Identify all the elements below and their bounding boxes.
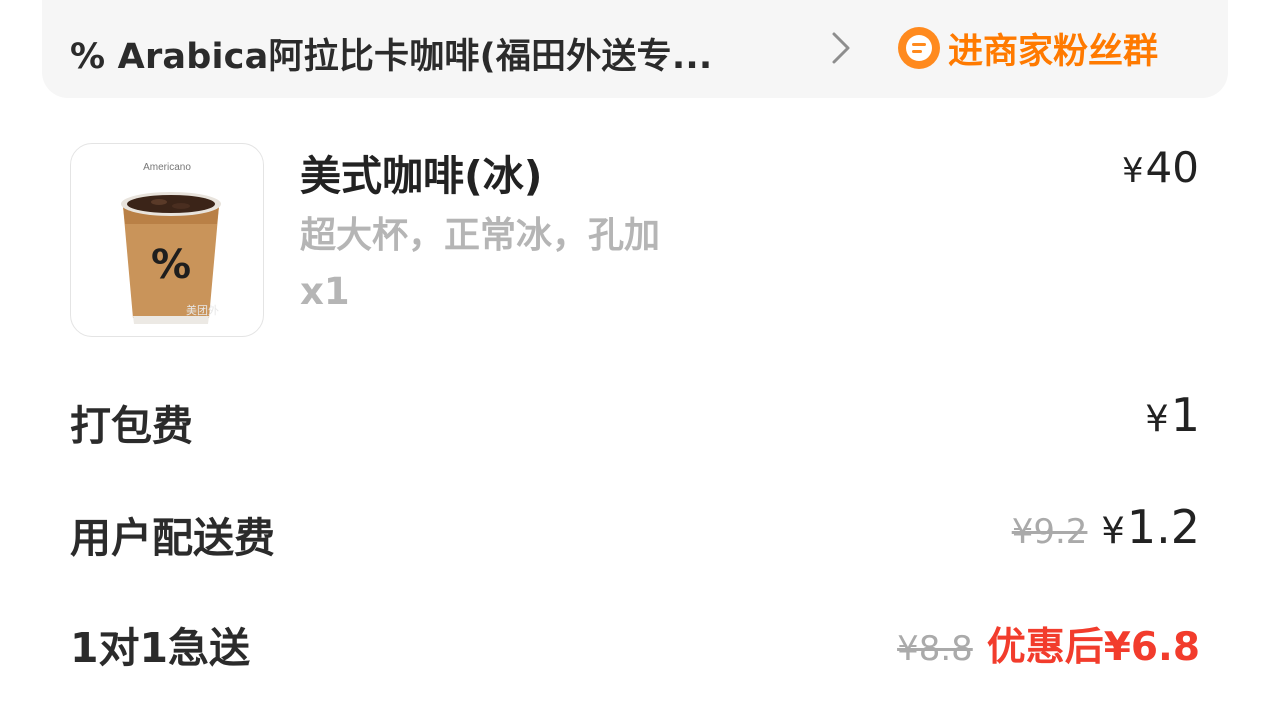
- chevron-right-icon[interactable]: [822, 28, 862, 68]
- delivery-fee-value: 1.2: [1126, 500, 1200, 554]
- product-title: 美式咖啡(冰): [300, 152, 543, 200]
- product-price: ¥40: [1122, 143, 1199, 192]
- store-header[interactable]: % Arabica阿拉比卡咖啡(福田外送专... 进商家粉丝群: [42, 0, 1228, 98]
- currency-symbol: ¥: [1122, 151, 1144, 190]
- express-delivery-discount-price: 优惠后¥6.8: [986, 625, 1200, 670]
- product-quantity: x1: [300, 270, 350, 313]
- svg-text:%: %: [151, 242, 191, 288]
- product-image-caption: Americano: [143, 162, 191, 173]
- watermark-text: 美团外: [186, 304, 219, 317]
- currency-symbol: ¥: [1145, 397, 1169, 440]
- express-delivery-original-price: ¥8.8: [897, 629, 973, 669]
- product-image[interactable]: Americano % 美团外: [70, 143, 264, 337]
- fan-group-label: 进商家粉丝群: [948, 31, 1159, 72]
- join-fan-group-button[interactable]: 进商家粉丝群: [898, 24, 1158, 72]
- currency-symbol: ¥: [1101, 509, 1125, 552]
- packaging-fee-value: 1: [1170, 388, 1200, 442]
- packaging-fee-row: 打包费 ¥1: [70, 388, 1200, 452]
- delivery-fee-price: ¥1.2: [1101, 500, 1200, 554]
- express-delivery-label: 1对1急送: [70, 624, 251, 672]
- delivery-fee-row: 用户配送费 ¥9.2 ¥1.2: [70, 500, 1200, 564]
- chat-bubble-icon: [898, 27, 940, 69]
- product-spec: 超大杯，正常冰，孔加: [300, 215, 661, 256]
- product-price-value: 40: [1145, 143, 1199, 192]
- coffee-cup-image: % 美团外: [121, 192, 221, 324]
- delivery-fee-original-price: ¥9.2: [1011, 512, 1088, 552]
- packaging-fee-price: ¥1: [1145, 388, 1200, 442]
- packaging-fee-label: 打包费: [70, 402, 193, 450]
- store-name[interactable]: % Arabica阿拉比卡咖啡(福田外送专...: [70, 28, 712, 79]
- delivery-fee-label: 用户配送费: [70, 514, 275, 562]
- express-delivery-row: 1对1急送 ¥8.8 优惠后¥6.8: [70, 614, 1200, 674]
